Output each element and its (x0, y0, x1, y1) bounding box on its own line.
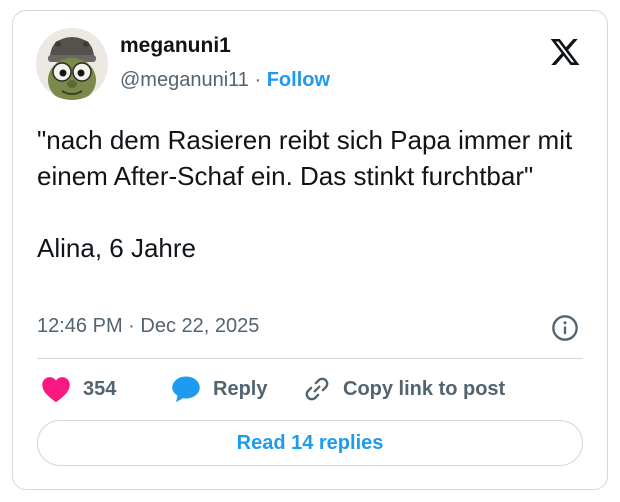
heart-icon (42, 377, 70, 403)
speech-bubble-icon (172, 376, 200, 403)
copy-link-button[interactable]: Copy link to post (303, 373, 505, 405)
separator-dot: · (254, 69, 262, 91)
tweet-text: "nach dem Rasieren reibt sich Papa immer… (37, 125, 573, 263)
reply-button[interactable]: Reply (171, 373, 267, 405)
follow-link[interactable]: Follow (267, 69, 330, 91)
link-icon (305, 377, 329, 401)
read-replies-label: Read 14 replies (236, 431, 384, 454)
timestamp[interactable]: 12:46 PM · Dec 22, 2025 (37, 315, 259, 338)
like-button[interactable]: 354 (41, 373, 116, 405)
handle-row: @meganuni11 · Follow (120, 69, 330, 92)
info-icon[interactable] (551, 314, 579, 342)
avatar[interactable] (36, 28, 108, 100)
avatar-image (36, 28, 108, 100)
like-count: 354 (83, 377, 117, 400)
display-name[interactable]: meganuni1 (120, 34, 231, 58)
tweet-card: meganuni1 @meganuni11 · Follow "nach dem… (12, 10, 608, 490)
read-replies-button[interactable]: Read 14 replies (37, 420, 583, 466)
reply-label: Reply (213, 377, 268, 400)
divider (37, 358, 583, 359)
copy-link-label: Copy link to post (343, 377, 506, 400)
handle[interactable]: @meganuni11 (120, 69, 249, 91)
x-logo-icon[interactable] (549, 36, 581, 68)
action-bar: 354 Reply Copy link to post (37, 373, 597, 405)
